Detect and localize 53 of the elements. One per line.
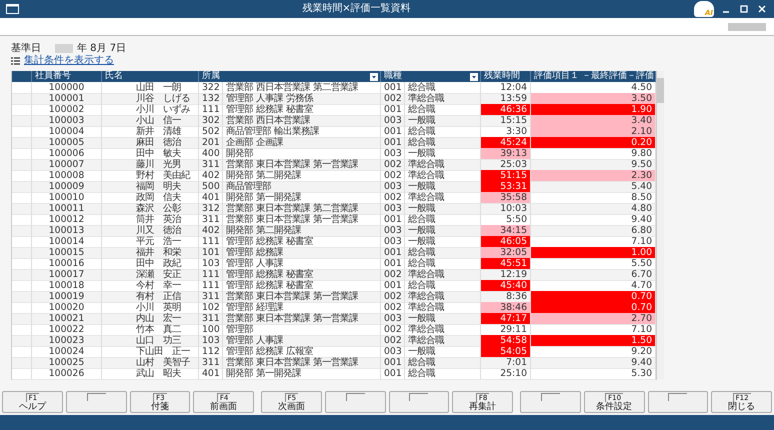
maximize-icon[interactable] (738, 3, 750, 15)
row-header-cell[interactable] (12, 368, 32, 380)
table-cell: 39:13 (481, 148, 531, 160)
redacted-mark (55, 44, 73, 53)
table-cell: 001 (381, 368, 405, 380)
table-cell: 34:15 (481, 225, 531, 237)
table-cell: 3.40 (531, 115, 656, 127)
table-cell: 0.20 (531, 137, 656, 149)
table-cell: 1.50 (531, 335, 656, 347)
function-key-button[interactable] (520, 391, 581, 413)
function-key-button[interactable] (388, 391, 450, 413)
table-cell: 54:05 (481, 346, 531, 358)
scrollbar[interactable] (657, 71, 664, 379)
table-cell: 2.10 (531, 126, 656, 138)
function-key-button[interactable] (324, 391, 386, 413)
table-cell: 0.70 (531, 302, 656, 314)
date-value: 年 8月 7日 (77, 43, 126, 54)
function-key-button[interactable] (648, 391, 708, 413)
table-cell: 51:15 (481, 170, 531, 182)
table-cell: 38:46 (481, 302, 531, 314)
table-cell: 2.30 (531, 170, 656, 182)
table-cell: 54:58 (481, 335, 531, 347)
window-title: 残業時間×評価一覧資料 (301, 2, 412, 16)
table-cell: 401 (199, 368, 223, 380)
table-cell: 35:58 (481, 192, 531, 204)
table-cell: 100026 (32, 368, 102, 380)
table-cell: 25:10 (481, 368, 531, 380)
redacted-mark (728, 22, 766, 30)
table-cell: 1.00 (531, 247, 656, 259)
table-cell: 46:36 (481, 104, 531, 116)
table-cell: 5.30 (531, 368, 656, 380)
table-cell: 45:24 (481, 137, 531, 149)
table-cell: 1.90 (531, 104, 656, 116)
date-label: 基準日 (11, 43, 41, 54)
dropdown-icon[interactable] (370, 72, 378, 80)
table-cell: 総合職 (405, 368, 481, 380)
table-cell: 2.70 (531, 313, 656, 325)
close-icon[interactable] (756, 3, 768, 15)
list-icon (11, 56, 20, 64)
table-cell: 3.50 (531, 93, 656, 105)
table-cell: 武山 昭夫 (102, 368, 199, 380)
table-cell: 45:40 (481, 280, 531, 292)
table-cell: 32:05 (481, 247, 531, 259)
table-cell: 53:31 (481, 181, 531, 193)
table-cell: 46:05 (481, 236, 531, 248)
function-key-button[interactable] (66, 391, 126, 413)
table-cell: 0.70 (531, 291, 656, 303)
table-cell: 45:51 (481, 258, 531, 270)
table-cell: 開発部 第一開発課 (223, 368, 381, 380)
table-cell: 47:17 (481, 313, 531, 325)
show-conditions-link[interactable]: 集計条件を表示する (24, 55, 114, 66)
dropdown-icon[interactable] (470, 72, 478, 80)
window-icon (6, 4, 19, 14)
